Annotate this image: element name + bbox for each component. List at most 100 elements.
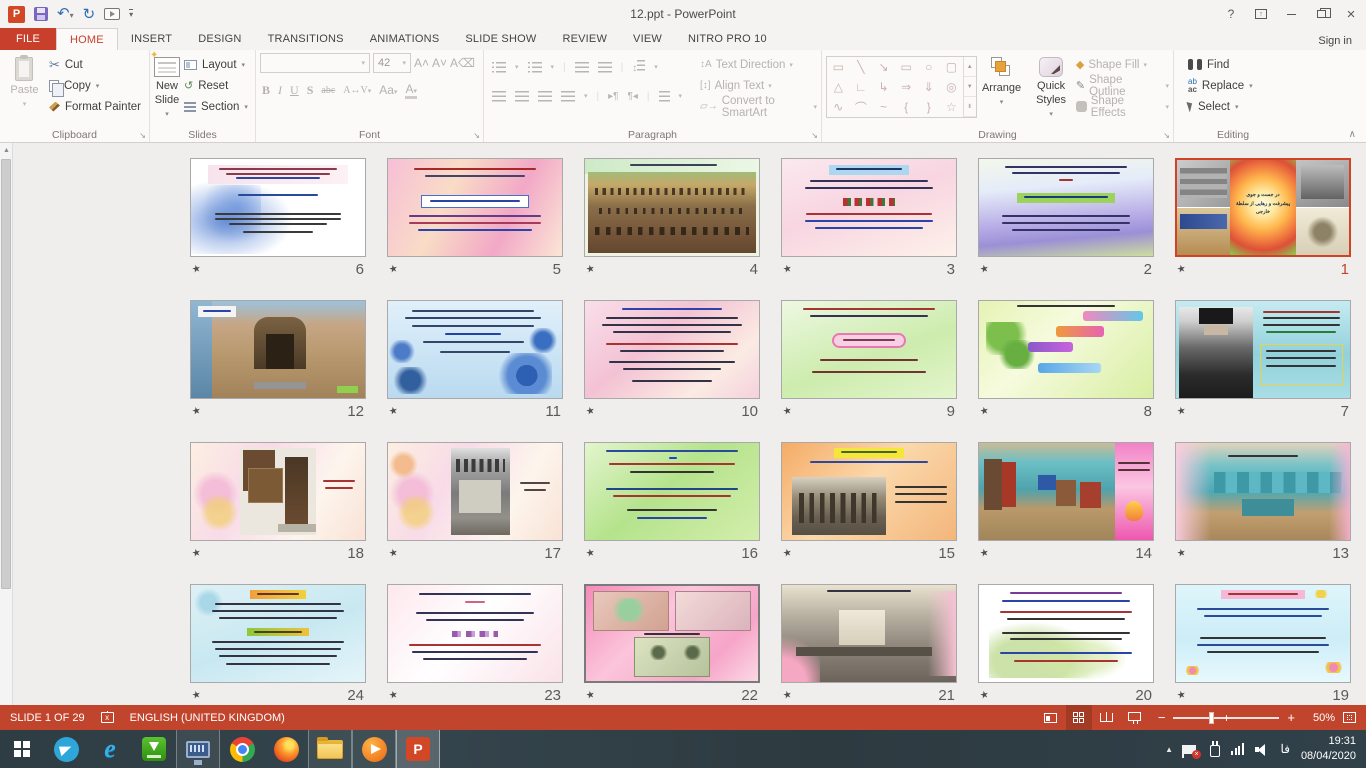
rounded-rectangle-shape-icon[interactable]: ▢ (946, 60, 957, 74)
slide-thumbnail-10[interactable] (584, 300, 760, 399)
arc-shape-icon[interactable]: ⌒ (855, 99, 867, 116)
scrollbar-thumb[interactable] (1, 159, 11, 589)
slide-thumbnail-6[interactable] (190, 158, 366, 257)
reading-view-icon[interactable] (1094, 705, 1120, 730)
select-button[interactable]: Select▾ (1184, 96, 1257, 117)
animation-star-icon[interactable]: ★ (782, 689, 793, 702)
animation-star-icon[interactable]: ★ (1176, 405, 1187, 418)
find-button[interactable]: Find (1184, 54, 1257, 75)
convert-to-smartart-button[interactable]: ▱→Convert to SmartArt▾ (700, 96, 817, 117)
volume-icon[interactable] (1255, 743, 1270, 756)
customize-qat-icon[interactable]: ▾ (129, 9, 133, 19)
tab-transitions[interactable]: TRANSITIONS (255, 28, 357, 50)
bold-button[interactable]: B (262, 83, 270, 98)
zoom-out-button[interactable]: − (1158, 710, 1166, 725)
textbox-shape-icon[interactable]: ▭ (833, 60, 844, 74)
minimize-icon[interactable] (1276, 2, 1306, 26)
animation-star-icon[interactable]: ★ (1176, 689, 1187, 702)
layout-button[interactable]: Layout▾ (180, 54, 252, 75)
animation-star-icon[interactable]: ★ (585, 547, 596, 560)
shape-outline-button[interactable]: ✎Shape Outline▾ (1076, 75, 1169, 96)
align-text-button[interactable]: [↕]Align Text▾ (700, 75, 817, 96)
tab-design[interactable]: DESIGN (185, 28, 254, 50)
taskbar-chrome[interactable] (220, 730, 264, 768)
slide-thumbnail-5[interactable] (387, 158, 563, 257)
animation-star-icon[interactable]: ★ (191, 263, 202, 276)
taskbar-file-explorer[interactable] (308, 730, 352, 768)
animation-star-icon[interactable]: ★ (979, 405, 990, 418)
zoom-slider-thumb[interactable] (1209, 712, 1214, 724)
right-arrow-shape-icon[interactable]: ⇒ (901, 80, 911, 94)
animation-star-icon[interactable]: ★ (585, 689, 596, 702)
slide-thumbnail-12[interactable] (190, 300, 366, 399)
animation-star-icon[interactable]: ★ (585, 263, 596, 276)
close-icon[interactable]: × (1336, 2, 1366, 26)
tab-home[interactable]: HOME (56, 28, 118, 50)
curve-shape-icon[interactable]: ~ (880, 100, 887, 114)
pie-shape-icon[interactable]: ◎ (946, 80, 956, 94)
elbow-connector-icon[interactable]: ∟ (855, 80, 867, 94)
animation-star-icon[interactable]: ★ (388, 547, 399, 560)
right-to-left-icon[interactable]: ¶◂ (628, 91, 638, 102)
reset-button[interactable]: ↺Reset (180, 75, 252, 96)
clipboard-dialog-launcher-icon[interactable]: ↘ (139, 131, 146, 140)
replace-button[interactable]: abacReplace▾ (1184, 75, 1257, 96)
sign-in-link[interactable]: Sign in (1318, 35, 1352, 47)
text-shadow-button[interactable]: S (307, 83, 314, 98)
shape-effects-button[interactable]: Shape Effects▾ (1076, 96, 1169, 117)
tab-insert[interactable]: INSERT (118, 28, 185, 50)
animation-star-icon[interactable]: ★ (388, 405, 399, 418)
align-left-icon[interactable] (492, 91, 506, 102)
decrease-indent-icon[interactable] (575, 62, 589, 73)
animation-star-icon[interactable]: ★ (1176, 263, 1187, 276)
slide-show-icon[interactable] (1122, 705, 1148, 730)
slide-thumbnail-16[interactable] (584, 442, 760, 541)
down-arrow-shape-icon[interactable]: ⇓ (924, 80, 934, 94)
animation-star-icon[interactable]: ★ (979, 547, 990, 560)
zoom-slider[interactable] (1173, 717, 1279, 719)
elbow-arrow-connector-icon[interactable]: ↳ (879, 80, 889, 94)
new-slide-button[interactable]: New Slide ▾ (154, 53, 180, 125)
taskbar-media-player[interactable] (352, 730, 396, 768)
slide-thumbnail-14[interactable] (978, 442, 1154, 541)
tab-animations[interactable]: ANIMATIONS (357, 28, 453, 50)
oval-shape-icon[interactable]: ○ (925, 60, 932, 74)
fit-slide-to-window-icon[interactable] (1343, 712, 1356, 723)
strikethrough-button[interactable]: abc (321, 85, 335, 96)
change-case-button[interactable]: Aa▾ (379, 83, 397, 97)
taskbar-telegram[interactable] (44, 730, 88, 768)
font-dialog-launcher-icon[interactable]: ↘ (473, 131, 480, 140)
proofing-errors-icon[interactable]: x (101, 712, 114, 723)
taskbar-internet-explorer[interactable]: e (88, 730, 132, 768)
collapse-ribbon-icon[interactable]: ∧ (1349, 129, 1356, 140)
copy-button[interactable]: Copy▾ (45, 75, 145, 96)
font-color-button[interactable]: A▾ (405, 82, 417, 99)
animation-star-icon[interactable]: ★ (979, 263, 990, 276)
slide-thumbnail-4[interactable] (584, 158, 760, 257)
shape-fill-button[interactable]: ◆Shape Fill▾ (1076, 54, 1169, 75)
animation-star-icon[interactable]: ★ (191, 689, 202, 702)
animation-star-icon[interactable]: ★ (388, 689, 399, 702)
justify-icon[interactable] (561, 91, 575, 102)
slide-thumbnail-11[interactable] (387, 300, 563, 399)
line-spacing-icon[interactable]: ↕ (632, 60, 645, 74)
save-icon[interactable] (34, 7, 48, 21)
slide-sorter-view-icon[interactable] (1066, 705, 1092, 730)
animation-star-icon[interactable]: ★ (191, 405, 202, 418)
animation-star-icon[interactable]: ★ (191, 547, 202, 560)
tab-file[interactable]: FILE (0, 28, 56, 50)
font-name-combo[interactable]: ▾ (260, 53, 370, 73)
zoom-in-button[interactable]: + (1287, 710, 1295, 725)
tab-nitro-pro-10[interactable]: NITRO PRO 10 (675, 28, 780, 50)
rectangle-shape-icon[interactable]: ▭ (900, 60, 911, 74)
right-brace-shape-icon[interactable]: } (927, 100, 931, 114)
animation-star-icon[interactable]: ★ (782, 547, 793, 560)
slide-thumbnail-13[interactable] (1175, 442, 1351, 541)
slide-thumbnail-1[interactable]: در جست و جوی پیشرفت و رهایی از سلطهٔ خار… (1175, 158, 1351, 257)
left-brace-shape-icon[interactable]: { (904, 100, 908, 114)
paragraph-dialog-launcher-icon[interactable]: ↘ (811, 131, 818, 140)
animation-star-icon[interactable]: ★ (388, 263, 399, 276)
tab-view[interactable]: VIEW (620, 28, 675, 50)
ribbon-display-options-icon[interactable]: ↑ (1246, 2, 1276, 26)
arrow-shape-icon[interactable]: ↘ (879, 60, 889, 74)
